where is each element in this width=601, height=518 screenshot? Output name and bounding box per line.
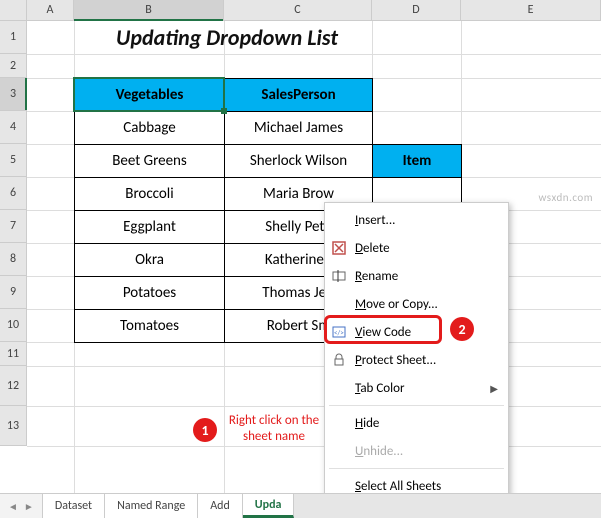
row-header-5[interactable]: 5 xyxy=(0,144,27,177)
step-1-text: Right click on the sheet name xyxy=(219,413,329,446)
menu-insert[interactable]: Insert... xyxy=(325,206,508,234)
sheet-tab-update[interactable]: Upda xyxy=(243,494,295,518)
sales-header: SalesPerson xyxy=(225,79,373,112)
row-header-13[interactable]: 13 xyxy=(0,406,27,446)
veg-cell[interactable]: Okra xyxy=(75,244,225,277)
row-header-6[interactable]: 6 xyxy=(0,177,27,210)
step-2-badge: 2 xyxy=(450,317,474,341)
col-header-A[interactable]: A xyxy=(27,0,74,20)
col-header-E[interactable]: E xyxy=(461,0,601,20)
menu-separator xyxy=(329,405,504,406)
menu-unhide: Unhide... xyxy=(325,437,508,465)
menu-view-code[interactable]: </> View Code xyxy=(325,318,508,346)
worksheet-grid[interactable]: Updating Dropdown List Vegetables SalesP… xyxy=(27,21,601,493)
veg-cell[interactable]: Potatoes xyxy=(75,277,225,310)
column-header-row: A B C D E xyxy=(0,0,601,21)
sheet-tab-dataset[interactable]: Dataset xyxy=(43,494,105,518)
tab-nav[interactable]: ◄ ► xyxy=(0,494,43,518)
row-header-9[interactable]: 9 xyxy=(0,276,27,309)
row-header-8[interactable]: 8 xyxy=(0,243,27,276)
sheet-tab-bar: ◄ ► Dataset Named Range Add Upda xyxy=(0,493,601,518)
delete-icon xyxy=(331,240,347,256)
nav-prev-icon[interactable]: ◄ xyxy=(6,500,20,513)
veg-cell[interactable]: Beet Greens xyxy=(75,145,225,178)
item-box: Item xyxy=(372,144,462,211)
veg-cell[interactable]: Tomatoes xyxy=(75,310,225,343)
sales-cell[interactable]: Michael James xyxy=(225,112,373,145)
nav-next-icon[interactable]: ► xyxy=(22,500,36,513)
row-header-3[interactable]: 3 xyxy=(0,78,27,111)
submenu-arrow-icon: ▶ xyxy=(490,382,498,395)
sheet-context-menu: Insert... Delete Rename Move or Copy... … xyxy=(324,202,509,504)
row-header-10[interactable]: 10 xyxy=(0,309,27,342)
menu-delete[interactable]: Delete xyxy=(325,234,508,262)
step-1-badge: 1 xyxy=(193,418,217,442)
menu-tab-color[interactable]: Tab Color▶ xyxy=(325,374,508,402)
menu-rename[interactable]: Rename xyxy=(325,262,508,290)
veg-cell[interactable]: Broccoli xyxy=(75,178,225,211)
item-header: Item xyxy=(373,145,462,178)
sales-cell[interactable]: Sherlock Wilson xyxy=(225,145,373,178)
page-title: Updating Dropdown List xyxy=(82,24,372,51)
col-header-C[interactable]: C xyxy=(224,0,372,20)
row-header-2[interactable]: 2 xyxy=(0,54,27,78)
rename-icon xyxy=(331,268,347,284)
menu-move-copy[interactable]: Move or Copy... xyxy=(325,290,508,318)
menu-protect-sheet[interactable]: Protect Sheet... xyxy=(325,346,508,374)
col-header-D[interactable]: D xyxy=(372,0,461,20)
view-code-icon: </> xyxy=(331,324,347,340)
protect-icon xyxy=(331,352,347,368)
row-header-4[interactable]: 4 xyxy=(0,111,27,144)
sheet-tab-named-range[interactable]: Named Range xyxy=(105,494,198,518)
veg-cell[interactable]: Eggplant xyxy=(75,211,225,244)
row-header-7[interactable]: 7 xyxy=(0,210,27,243)
row-header-1[interactable]: 1 xyxy=(0,21,27,54)
tab-empty-area xyxy=(294,494,601,518)
watermark: wsxdn.com xyxy=(539,191,593,204)
col-header-B[interactable]: B xyxy=(74,0,224,20)
veg-cell[interactable]: Cabbage xyxy=(75,112,225,145)
svg-text:</>: </> xyxy=(334,328,344,337)
veg-header: Vegetables xyxy=(75,79,225,112)
menu-hide[interactable]: Hide xyxy=(325,409,508,437)
row-headers: 1 2 3 4 5 6 7 8 9 10 11 12 13 xyxy=(0,21,27,493)
sheet-tab-add[interactable]: Add xyxy=(198,494,243,518)
select-all-corner[interactable] xyxy=(0,0,27,20)
row-header-11[interactable]: 11 xyxy=(0,342,27,366)
row-header-12[interactable]: 12 xyxy=(0,366,27,406)
menu-separator xyxy=(329,468,504,469)
